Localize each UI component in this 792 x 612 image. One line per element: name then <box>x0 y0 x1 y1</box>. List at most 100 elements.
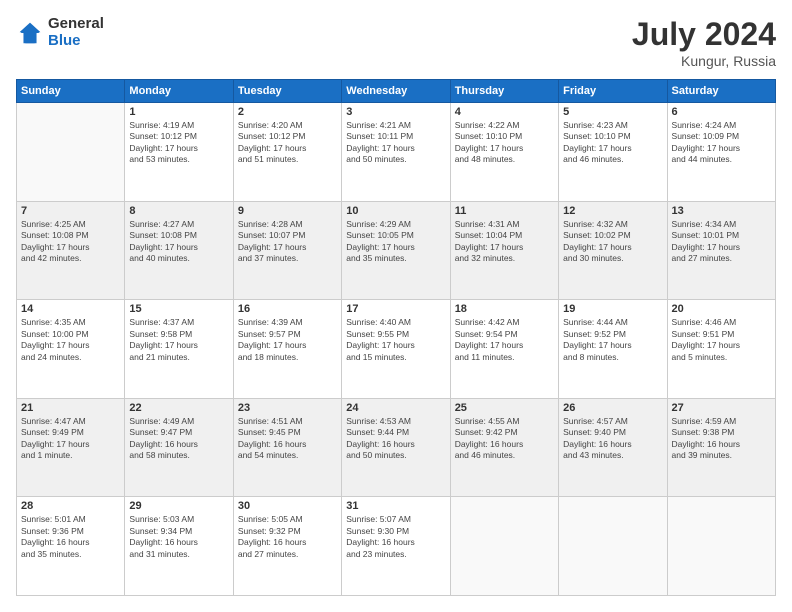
calendar-cell: 17Sunrise: 4:40 AMSunset: 9:55 PMDayligh… <box>342 300 450 399</box>
day-info: Sunrise: 4:46 AMSunset: 9:51 PMDaylight:… <box>672 317 771 363</box>
calendar-cell: 11 Sunrise: 4:31 AMSunset: 10:04 PMDaylig… <box>450 201 558 300</box>
day-info: Sunrise: 5:07 AMSunset: 9:30 PMDaylight:… <box>346 514 445 560</box>
day-info: Sunrise: 4:23 AMSunset: 10:10 PMDaylight… <box>563 120 662 166</box>
day-number: 5 <box>563 106 662 118</box>
header-monday: Monday <box>125 80 233 103</box>
day-info: Sunrise: 4:44 AMSunset: 9:52 PMDaylight:… <box>563 317 662 363</box>
weekday-header-row: Sunday Monday Tuesday Wednesday Thursday… <box>17 80 776 103</box>
day-info: Sunrise: 4:37 AMSunset: 9:58 PMDaylight:… <box>129 317 228 363</box>
calendar-cell: 6 Sunrise: 4:24 AMSunset: 10:09 PMDayligh… <box>667 103 775 202</box>
week-row-3: 14 Sunrise: 4:35 AMSunset: 10:00 PMDaylig… <box>17 300 776 399</box>
day-number: 11 <box>455 205 554 217</box>
calendar-cell <box>450 497 558 596</box>
week-row-1: 1Sunrise: 4:19 AMSunset: 10:12 PMDayligh… <box>17 103 776 202</box>
calendar-cell: 26 Sunrise: 4:57 AMSunset: 9:40 PMDayligh… <box>559 398 667 497</box>
logo-blue: Blue <box>48 33 104 50</box>
day-number: 7 <box>21 205 120 217</box>
day-info: Sunrise: 5:03 AMSunset: 9:34 PMDaylight:… <box>129 514 228 560</box>
day-number: 23 <box>238 402 337 414</box>
logo-general: General <box>48 16 104 33</box>
day-info: Sunrise: 4:59 AMSunset: 9:38 PMDaylight:… <box>672 416 771 462</box>
day-info: Sunrise: 4:42 AMSunset: 9:54 PMDaylight:… <box>455 317 554 363</box>
logo: General Blue <box>16 16 104 49</box>
week-row-2: 7 Sunrise: 4:25 AMSunset: 10:08 PMDayligh… <box>17 201 776 300</box>
calendar-cell <box>17 103 125 202</box>
day-number: 12 <box>563 205 662 217</box>
day-info: Sunrise: 4:34 AMSunset: 10:01 PMDaylight… <box>672 219 771 265</box>
calendar-cell: 27 Sunrise: 4:59 AMSunset: 9:38 PMDayligh… <box>667 398 775 497</box>
calendar-cell: 24 Sunrise: 4:53 AMSunset: 9:44 PMDayligh… <box>342 398 450 497</box>
calendar-cell: 15 Sunrise: 4:37 AMSunset: 9:58 PMDayligh… <box>125 300 233 399</box>
day-number: 19 <box>563 303 662 315</box>
logo-icon <box>16 19 44 47</box>
day-number: 8 <box>129 205 228 217</box>
day-number: 6 <box>672 106 771 118</box>
day-info: Sunrise: 5:01 AMSunset: 9:36 PMDaylight:… <box>21 514 120 560</box>
day-info: Sunrise: 4:35 AMSunset: 10:00 PMDaylight… <box>21 317 120 363</box>
page: General Blue July 2024 Kungur, Russia Su… <box>0 0 792 612</box>
day-info: Sunrise: 4:24 AMSunset: 10:09 PMDaylight… <box>672 120 771 166</box>
calendar-cell: 25 Sunrise: 4:55 AMSunset: 9:42 PMDayligh… <box>450 398 558 497</box>
calendar-cell: 13Sunrise: 4:34 AMSunset: 10:01 PMDaylig… <box>667 201 775 300</box>
day-info: Sunrise: 4:47 AMSunset: 9:49 PMDaylight:… <box>21 416 120 462</box>
calendar-cell: 5 Sunrise: 4:23 AMSunset: 10:10 PMDayligh… <box>559 103 667 202</box>
calendar-cell: 2Sunrise: 4:20 AMSunset: 10:12 PMDayligh… <box>233 103 341 202</box>
calendar-cell: 1Sunrise: 4:19 AMSunset: 10:12 PMDayligh… <box>125 103 233 202</box>
day-number: 14 <box>21 303 120 315</box>
day-number: 4 <box>455 106 554 118</box>
day-info: Sunrise: 4:53 AMSunset: 9:44 PMDaylight:… <box>346 416 445 462</box>
logo-text: General Blue <box>48 16 104 49</box>
calendar-cell: 30Sunrise: 5:05 AMSunset: 9:32 PMDayligh… <box>233 497 341 596</box>
calendar-cell: 20Sunrise: 4:46 AMSunset: 9:51 PMDayligh… <box>667 300 775 399</box>
day-number: 22 <box>129 402 228 414</box>
day-number: 26 <box>563 402 662 414</box>
day-info: Sunrise: 4:49 AMSunset: 9:47 PMDaylight:… <box>129 416 228 462</box>
day-number: 15 <box>129 303 228 315</box>
location: Kungur, Russia <box>632 53 776 69</box>
header: General Blue July 2024 Kungur, Russia <box>16 16 776 69</box>
day-info: Sunrise: 4:32 AMSunset: 10:02 PMDaylight… <box>563 219 662 265</box>
calendar-cell: 7 Sunrise: 4:25 AMSunset: 10:08 PMDayligh… <box>17 201 125 300</box>
day-info: Sunrise: 4:31 AMSunset: 10:04 PMDaylight… <box>455 219 554 265</box>
day-info: Sunrise: 4:20 AMSunset: 10:12 PMDaylight… <box>238 120 337 166</box>
calendar-cell: 29 Sunrise: 5:03 AMSunset: 9:34 PMDayligh… <box>125 497 233 596</box>
title-block: July 2024 Kungur, Russia <box>632 16 776 69</box>
calendar-cell: 23Sunrise: 4:51 AMSunset: 9:45 PMDayligh… <box>233 398 341 497</box>
header-saturday: Saturday <box>667 80 775 103</box>
month-year: July 2024 <box>632 16 776 53</box>
week-row-4: 21Sunrise: 4:47 AMSunset: 9:49 PMDayligh… <box>17 398 776 497</box>
header-wednesday: Wednesday <box>342 80 450 103</box>
day-number: 30 <box>238 500 337 512</box>
calendar-cell: 18Sunrise: 4:42 AMSunset: 9:54 PMDayligh… <box>450 300 558 399</box>
calendar-cell: 14 Sunrise: 4:35 AMSunset: 10:00 PMDaylig… <box>17 300 125 399</box>
day-info: Sunrise: 4:21 AMSunset: 10:11 PMDaylight… <box>346 120 445 166</box>
calendar-cell: 10Sunrise: 4:29 AMSunset: 10:05 PMDaylig… <box>342 201 450 300</box>
calendar-cell: 12 Sunrise: 4:32 AMSunset: 10:02 PMDaylig… <box>559 201 667 300</box>
day-number: 27 <box>672 402 771 414</box>
header-tuesday: Tuesday <box>233 80 341 103</box>
day-number: 29 <box>129 500 228 512</box>
calendar-cell: 21Sunrise: 4:47 AMSunset: 9:49 PMDayligh… <box>17 398 125 497</box>
calendar-cell: 9 Sunrise: 4:28 AMSunset: 10:07 PMDayligh… <box>233 201 341 300</box>
day-number: 16 <box>238 303 337 315</box>
day-number: 3 <box>346 106 445 118</box>
day-info: Sunrise: 4:27 AMSunset: 10:08 PMDaylight… <box>129 219 228 265</box>
day-number: 9 <box>238 205 337 217</box>
day-number: 24 <box>346 402 445 414</box>
header-friday: Friday <box>559 80 667 103</box>
calendar-cell: 31 Sunrise: 5:07 AMSunset: 9:30 PMDayligh… <box>342 497 450 596</box>
day-info: Sunrise: 4:28 AMSunset: 10:07 PMDaylight… <box>238 219 337 265</box>
calendar-cell: 22 Sunrise: 4:49 AMSunset: 9:47 PMDayligh… <box>125 398 233 497</box>
day-info: Sunrise: 4:25 AMSunset: 10:08 PMDaylight… <box>21 219 120 265</box>
header-thursday: Thursday <box>450 80 558 103</box>
day-info: Sunrise: 4:55 AMSunset: 9:42 PMDaylight:… <box>455 416 554 462</box>
calendar-cell: 8 Sunrise: 4:27 AMSunset: 10:08 PMDayligh… <box>125 201 233 300</box>
day-info: Sunrise: 4:22 AMSunset: 10:10 PMDaylight… <box>455 120 554 166</box>
day-number: 1 <box>129 106 228 118</box>
day-number: 25 <box>455 402 554 414</box>
calendar-cell <box>559 497 667 596</box>
day-number: 31 <box>346 500 445 512</box>
day-info: Sunrise: 4:57 AMSunset: 9:40 PMDaylight:… <box>563 416 662 462</box>
calendar-cell: 16Sunrise: 4:39 AMSunset: 9:57 PMDayligh… <box>233 300 341 399</box>
calendar-cell: 19 Sunrise: 4:44 AMSunset: 9:52 PMDayligh… <box>559 300 667 399</box>
